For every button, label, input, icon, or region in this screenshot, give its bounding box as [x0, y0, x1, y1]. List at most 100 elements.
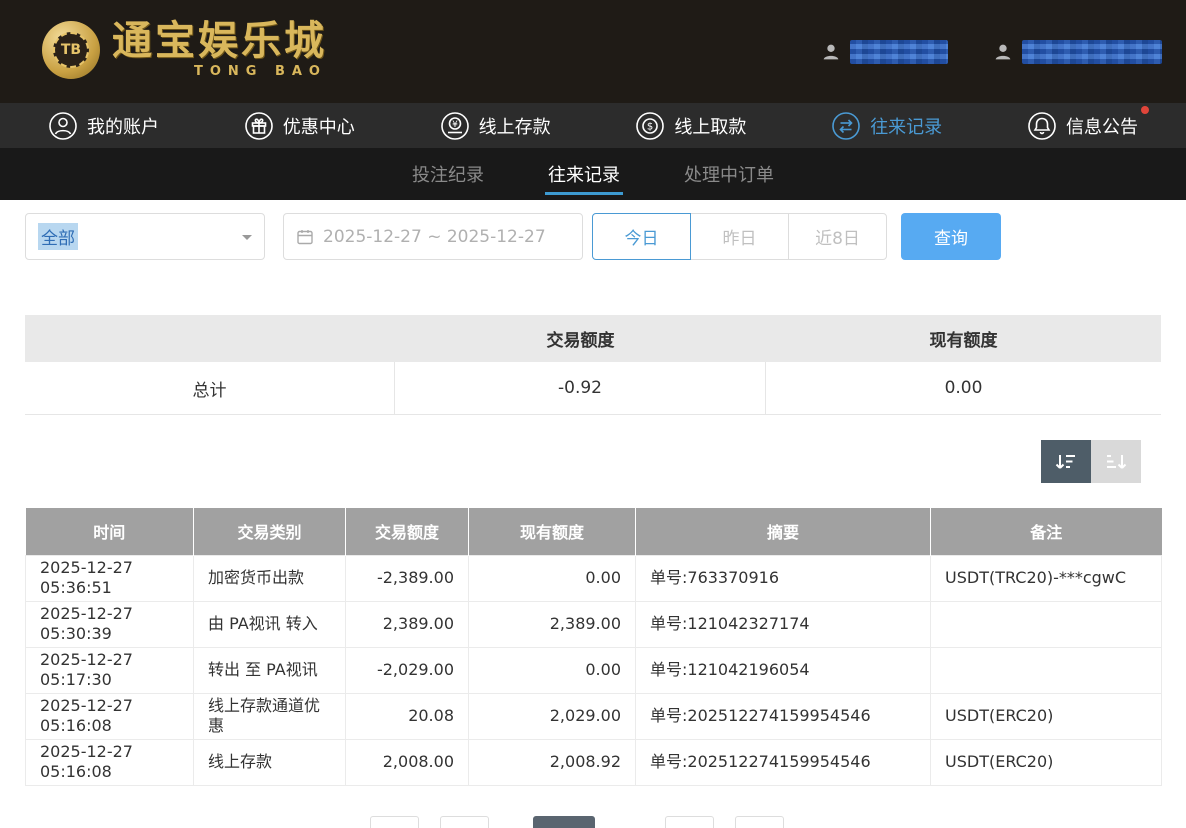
- tab-label: 处理中订单: [684, 161, 774, 187]
- cell-amount: -2,029.00: [346, 647, 469, 693]
- col-header-summary: 摘要: [636, 508, 931, 555]
- user-icon: [48, 111, 78, 141]
- cell-summary: 单号:121042196054: [636, 647, 931, 693]
- summary-header-row: 交易额度 现有额度: [25, 315, 1161, 362]
- summary-total-label: 总计: [25, 362, 395, 414]
- nav-item-label: 线上取款: [674, 113, 746, 139]
- col-header-amount: 交易额度: [346, 508, 469, 555]
- nav-item-label: 线上存款: [479, 113, 551, 139]
- col-header-balance: 现有额度: [469, 508, 636, 555]
- nav-item-withdraw[interactable]: $ 线上取款: [635, 111, 746, 141]
- svg-text:¥: ¥: [452, 119, 458, 129]
- cell-remark: USDT(ERC20): [931, 693, 1162, 739]
- cell-type: 转出 至 PA视讯: [194, 647, 346, 693]
- sort-descending-icon: [1053, 452, 1079, 472]
- calendar-icon: [296, 228, 314, 246]
- date-range-input[interactable]: 2025-12-27 ~ 2025-12-27: [283, 213, 583, 260]
- summary-total-row: 总计 -0.92 0.00: [25, 362, 1161, 415]
- nav-item-label: 信息公告: [1066, 113, 1138, 139]
- user-silhouette-icon: [820, 41, 842, 63]
- cell-time: 2025-12-27 05:16:08: [26, 693, 194, 739]
- cell-balance: 2,029.00: [469, 693, 636, 739]
- tab-pending-orders[interactable]: 处理中订单: [681, 148, 777, 200]
- notification-dot: [1141, 106, 1149, 114]
- cell-remark: [931, 647, 1162, 693]
- transactions-tbody: 2025-12-27 05:36:51加密货币出款-2,389.000.00单号…: [26, 555, 1162, 785]
- cell-summary: 单号:121042327174: [636, 601, 931, 647]
- col-header-type: 交易类别: [194, 508, 346, 555]
- date-range-value: 2025-12-27 ~ 2025-12-27: [323, 227, 546, 247]
- cell-amount: 20.08: [346, 693, 469, 739]
- account-balance-area: [992, 40, 1162, 64]
- cell-time: 2025-12-27 05:17:30: [26, 647, 194, 693]
- transactions-header: 时间 交易类别 交易额度 现有额度 摘要 备注: [26, 508, 1162, 555]
- top-header: TB 通宝娱乐城 TONG BAO: [0, 0, 1186, 103]
- type-select-value: 全部: [38, 223, 78, 250]
- brand-coin-label: TB: [53, 32, 89, 68]
- nav-item-label: 我的账户: [87, 113, 159, 139]
- quick-today-button[interactable]: 今日: [592, 213, 691, 260]
- cell-time: 2025-12-27 05:16:08: [26, 739, 194, 785]
- summary-transaction-total: -0.92: [395, 362, 766, 414]
- table-row: 2025-12-27 05:17:30转出 至 PA视讯-2,029.000.0…: [26, 647, 1162, 693]
- deposit-icon: ¥: [440, 111, 470, 141]
- table-row: 2025-12-27 05:30:39由 PA视讯 转入2,389.002,38…: [26, 601, 1162, 647]
- nav-item-deposit[interactable]: ¥ 线上存款: [440, 111, 551, 141]
- cell-type: 线上存款: [194, 739, 346, 785]
- cell-summary: 单号:202512274159954546: [636, 739, 931, 785]
- filter-bar: 全部 2025-12-27 ~ 2025-12-27 今日 昨日 近8日 查询: [25, 213, 1161, 260]
- cell-remark: USDT(TRC20)-***cgwC: [931, 555, 1162, 601]
- sort-controls: [1041, 440, 1141, 483]
- pagination-button[interactable]: [665, 816, 714, 828]
- type-select[interactable]: 全部: [25, 213, 265, 260]
- brand-text: 通宝娱乐城 TONG BAO: [112, 21, 327, 79]
- quick-8days-button[interactable]: 近8日: [788, 213, 887, 260]
- gift-icon: [244, 111, 274, 141]
- redacted-balance: [1022, 40, 1162, 64]
- quick-range-group: 今日 昨日 近8日: [592, 213, 887, 260]
- pagination-button[interactable]: [735, 816, 784, 828]
- summary-header-amount: 交易额度: [395, 315, 766, 362]
- bell-icon: [1027, 111, 1057, 141]
- pagination: [370, 816, 784, 828]
- summary-balance-total: 0.00: [766, 362, 1161, 414]
- cell-amount: 2,389.00: [346, 601, 469, 647]
- chevron-down-icon: [242, 235, 252, 245]
- wallet-icon: [992, 41, 1014, 63]
- tab-transaction-records[interactable]: 往来记录: [545, 148, 623, 200]
- svg-text:$: $: [647, 121, 653, 132]
- search-button[interactable]: 查询: [901, 213, 1001, 260]
- cell-type: 线上存款通道优惠: [194, 693, 346, 739]
- summary-table: 交易额度 现有额度 总计 -0.92 0.00: [25, 315, 1161, 415]
- cell-amount: 2,008.00: [346, 739, 469, 785]
- col-header-remark: 备注: [931, 508, 1162, 555]
- cell-balance: 2,389.00: [469, 601, 636, 647]
- cell-remark: USDT(ERC20): [931, 739, 1162, 785]
- transfer-records-icon: [831, 111, 861, 141]
- tab-label: 投注纪录: [412, 161, 484, 187]
- sort-descending-button[interactable]: [1041, 440, 1091, 483]
- cell-type: 由 PA视讯 转入: [194, 601, 346, 647]
- cell-balance: 2,008.92: [469, 739, 636, 785]
- nav-item-promotions[interactable]: 优惠中心: [244, 111, 355, 141]
- quick-yesterday-button[interactable]: 昨日: [690, 213, 789, 260]
- brand-coin-icon: TB: [42, 21, 100, 79]
- redacted-username: [850, 40, 948, 64]
- nav-item-records[interactable]: 往来记录: [831, 111, 942, 141]
- cell-balance: 0.00: [469, 647, 636, 693]
- brand-logo: TB 通宝娱乐城 TONG BAO: [42, 21, 327, 79]
- nav-item-announcements[interactable]: 信息公告: [1027, 111, 1138, 141]
- pagination-button[interactable]: [370, 816, 419, 828]
- cell-balance: 0.00: [469, 555, 636, 601]
- pagination-button[interactable]: [533, 816, 595, 828]
- pagination-button[interactable]: [440, 816, 489, 828]
- summary-header-balance: 现有额度: [766, 315, 1161, 362]
- nav-item-my-account[interactable]: 我的账户: [48, 111, 159, 141]
- table-row: 2025-12-27 05:16:08线上存款通道优惠20.082,029.00…: [26, 693, 1162, 739]
- transactions-table: 时间 交易类别 交易额度 现有额度 摘要 备注 2025-12-27 05:36…: [25, 508, 1162, 786]
- tab-bet-records[interactable]: 投注纪录: [409, 148, 487, 200]
- col-header-time: 时间: [26, 508, 194, 555]
- sort-ascending-button[interactable]: [1091, 440, 1141, 483]
- table-row: 2025-12-27 05:16:08线上存款2,008.002,008.92单…: [26, 739, 1162, 785]
- nav-item-label: 优惠中心: [283, 113, 355, 139]
